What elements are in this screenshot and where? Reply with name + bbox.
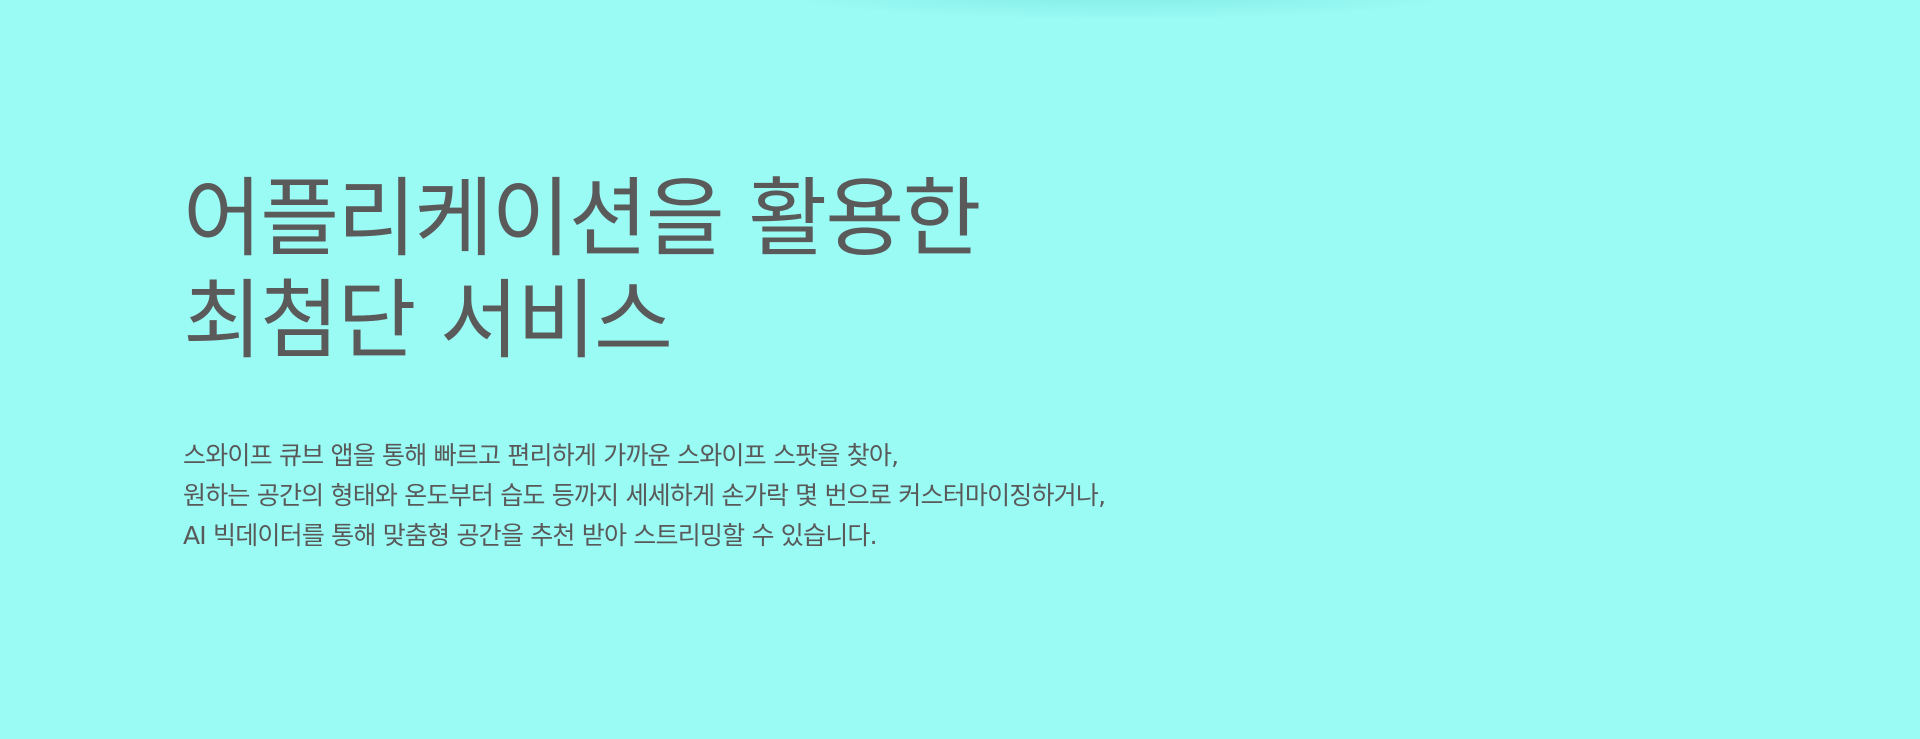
hero-title: 어플리케이션을 활용한 최첨단 서비스 (183, 168, 1683, 372)
hero-section: 어플리케이션을 활용한 최첨단 서비스 스와이프 큐브 앱을 통해 빠르고 편리… (183, 168, 1683, 556)
hero-title-line-1: 어플리케이션을 활용한 (183, 169, 982, 269)
description-line-2: 원하는 공간의 형태와 온도부터 습도 등까지 세세하게 손가락 몇 번으로 커… (183, 481, 1106, 510)
hero-title-line-2: 최첨단 서비스 (183, 271, 673, 371)
description-line-3: AI 빅데이터를 통해 맞춤형 공간을 추천 받아 스트리밍할 수 있습니다. (183, 521, 878, 550)
top-decorative-shadow (760, 0, 1480, 20)
description-line-1: 스와이프 큐브 앱을 통해 빠르고 편리하게 가까운 스와이프 스팟을 찾아, (183, 441, 899, 470)
hero-description: 스와이프 큐브 앱을 통해 빠르고 편리하게 가까운 스와이프 스팟을 찾아, … (183, 436, 1683, 556)
